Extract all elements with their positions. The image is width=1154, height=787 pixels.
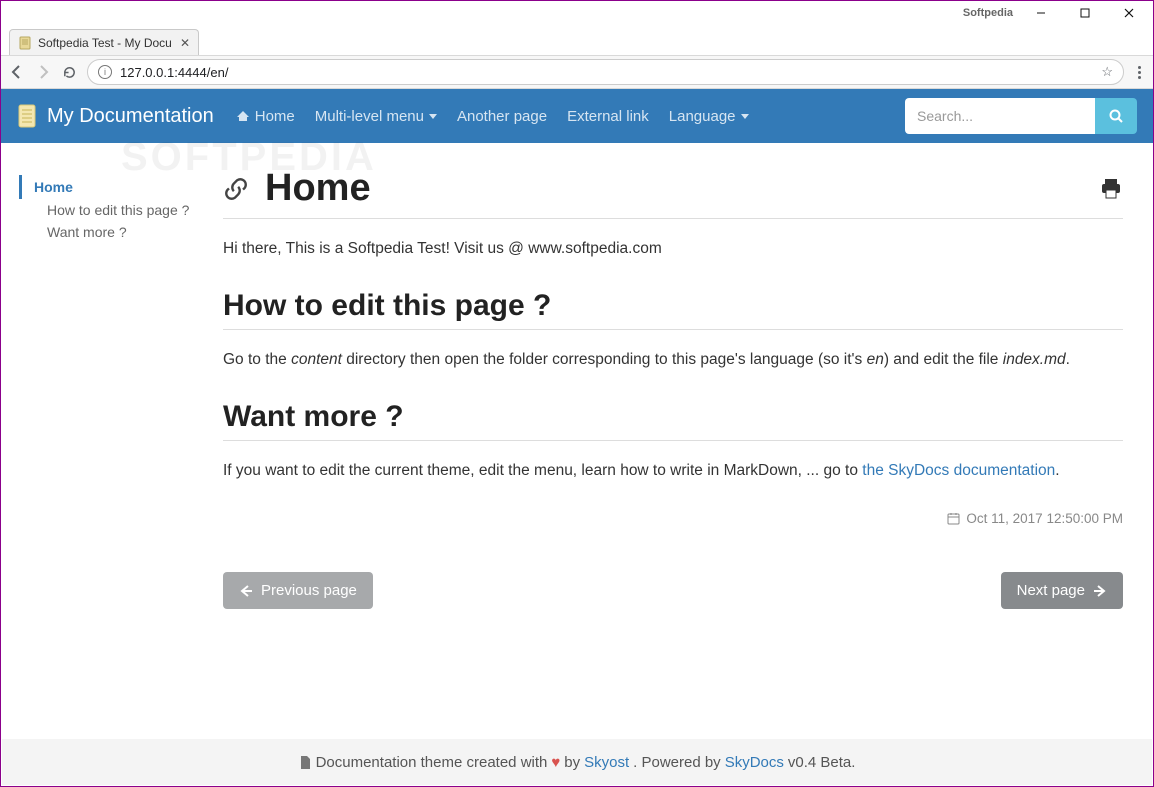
window-close-button[interactable] [1107, 2, 1151, 24]
intro-paragraph: Hi there, This is a Softpedia Test! Visi… [223, 237, 1123, 261]
page-title: Home [265, 167, 371, 210]
window-titlebar: Softpedia [1, 1, 1153, 25]
caret-down-icon [429, 114, 437, 119]
nav-another-page[interactable]: Another page [457, 108, 547, 125]
timestamp: Oct 11, 2017 12:50:00 PM [223, 511, 1123, 526]
brand-label: My Documentation [47, 105, 214, 128]
site-navbar: My Documentation Home Multi-level menu A… [1, 89, 1153, 143]
address-bar[interactable]: i 127.0.0.1:4444/en/ ☆ [87, 59, 1124, 85]
tab-close-icon[interactable]: ✕ [180, 36, 190, 50]
search-icon [1108, 108, 1124, 124]
edit-paragraph: Go to the content directory then open th… [223, 348, 1123, 372]
nav-home[interactable]: Home [236, 108, 295, 125]
browser-tab-row: Softpedia Test - My Docu ✕ [1, 25, 1153, 55]
search-button[interactable] [1095, 98, 1137, 134]
window-owner-label: Softpedia [963, 7, 1013, 19]
print-icon[interactable] [1099, 178, 1123, 200]
sidebar-sub-edit[interactable]: How to edit this page ? [19, 199, 211, 221]
site-info-icon[interactable]: i [98, 65, 112, 79]
permalink-icon[interactable] [223, 176, 249, 202]
pager: Previous page Next page [223, 572, 1123, 609]
bookmark-star-icon[interactable]: ☆ [1101, 64, 1113, 80]
address-url: 127.0.0.1:4444/en/ [120, 65, 1093, 80]
browser-tab[interactable]: Softpedia Test - My Docu ✕ [9, 29, 199, 55]
arrow-left-icon [239, 584, 253, 598]
tab-title: Softpedia Test - My Docu [38, 36, 174, 50]
browser-menu-button[interactable] [1134, 66, 1145, 79]
window-minimize-button[interactable] [1019, 2, 1063, 24]
page-body: Home How to edit this page ? Want more ?… [1, 143, 1153, 717]
nav-multi-level-menu[interactable]: Multi-level menu [315, 108, 437, 125]
skydocs-doc-link[interactable]: the SkyDocs documentation [862, 462, 1055, 479]
sidebar-sub-want-more[interactable]: Want more ? [19, 221, 211, 243]
tab-favicon-icon [18, 36, 32, 50]
nav-external-link[interactable]: External link [567, 108, 649, 125]
back-button[interactable] [9, 64, 25, 80]
file-icon [299, 755, 312, 770]
window-maximize-button[interactable] [1063, 2, 1107, 24]
forward-button[interactable] [35, 64, 51, 80]
search-input[interactable] [905, 98, 1095, 134]
heading-want-more: Want more ? [223, 400, 1123, 441]
footer-author-link[interactable]: Skyost [584, 754, 629, 771]
calendar-icon [947, 512, 960, 525]
heading-edit: How to edit this page ? [223, 289, 1123, 330]
footer-skydocs-link[interactable]: SkyDocs [725, 754, 784, 771]
brand[interactable]: My Documentation [17, 104, 214, 128]
want-more-paragraph: If you want to edit the current theme, e… [223, 459, 1123, 483]
page-title-row: Home [223, 167, 1123, 219]
home-icon [236, 109, 250, 123]
heart-icon: ♥ [551, 754, 560, 771]
footer: Documentation theme created with ♥ by Sk… [2, 739, 1152, 785]
search-form [905, 98, 1137, 134]
browser-toolbar: i 127.0.0.1:4444/en/ ☆ [1, 55, 1153, 89]
next-page-button[interactable]: Next page [1001, 572, 1123, 609]
prev-page-button[interactable]: Previous page [223, 572, 373, 609]
caret-down-icon [741, 114, 749, 119]
nav-links: Home Multi-level menu Another page Exter… [236, 108, 749, 125]
arrow-right-icon [1093, 584, 1107, 598]
sidebar-item-home[interactable]: Home [19, 175, 211, 199]
brand-doc-icon [17, 104, 37, 128]
content: Home Hi there, This is a Softpedia Test!… [223, 167, 1129, 717]
reload-button[interactable] [61, 64, 77, 80]
sidebar: Home How to edit this page ? Want more ? [1, 167, 223, 717]
nav-language[interactable]: Language [669, 108, 749, 125]
